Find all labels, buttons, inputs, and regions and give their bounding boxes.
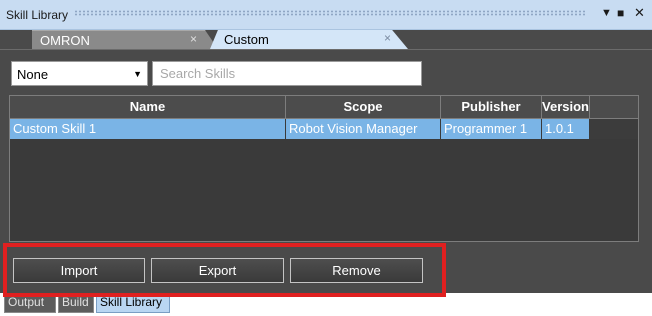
- scope-filter-select[interactable]: None ▼: [11, 61, 148, 86]
- column-header-scope[interactable]: Scope: [286, 96, 441, 119]
- tab-label: Custom: [224, 32, 269, 47]
- maximize-icon[interactable]: ■: [617, 7, 624, 19]
- window-title: Skill Library: [6, 8, 69, 22]
- bottom-tab-skill-library[interactable]: Skill Library: [96, 293, 170, 313]
- column-header-name[interactable]: Name: [10, 96, 286, 119]
- export-button[interactable]: Export: [151, 258, 284, 283]
- column-header-publisher[interactable]: Publisher: [441, 96, 542, 119]
- cell-version: 1.0.1: [542, 119, 590, 139]
- cell-publisher: Programmer 1: [441, 119, 542, 139]
- search-input[interactable]: [152, 61, 422, 86]
- header-filler: [590, 96, 638, 119]
- select-value: None: [17, 67, 49, 82]
- tab-custom[interactable]: Custom ×: [210, 30, 408, 49]
- column-header-version[interactable]: Version: [542, 96, 590, 119]
- close-icon[interactable]: ×: [384, 31, 391, 45]
- cell-scope: Robot Vision Manager: [286, 119, 441, 139]
- title-bar: Skill Library ▼ ■ ✕: [0, 0, 652, 30]
- skill-library-window: Skill Library ▼ ■ ✕ OMRON × Custom × Non…: [0, 0, 652, 293]
- drag-grip[interactable]: [74, 10, 586, 16]
- import-button[interactable]: Import: [13, 258, 145, 283]
- table-row[interactable]: Custom Skill 1 Robot Vision Manager Prog…: [10, 119, 638, 139]
- chevron-down-icon[interactable]: ▼: [601, 7, 612, 19]
- remove-button[interactable]: Remove: [290, 258, 423, 283]
- dropdown-arrow-icon: ▼: [133, 69, 142, 79]
- bottom-tab-build[interactable]: Build: [58, 293, 94, 313]
- cell-name: Custom Skill 1: [10, 119, 286, 139]
- skills-table: Name Scope Publisher Version Custom Skil…: [9, 95, 639, 242]
- tab-label: OMRON: [40, 33, 90, 48]
- bottom-tab-output[interactable]: Output: [4, 293, 56, 313]
- close-icon[interactable]: ×: [190, 32, 197, 46]
- tab-omron[interactable]: OMRON ×: [32, 30, 218, 49]
- close-icon[interactable]: ✕: [634, 6, 645, 19]
